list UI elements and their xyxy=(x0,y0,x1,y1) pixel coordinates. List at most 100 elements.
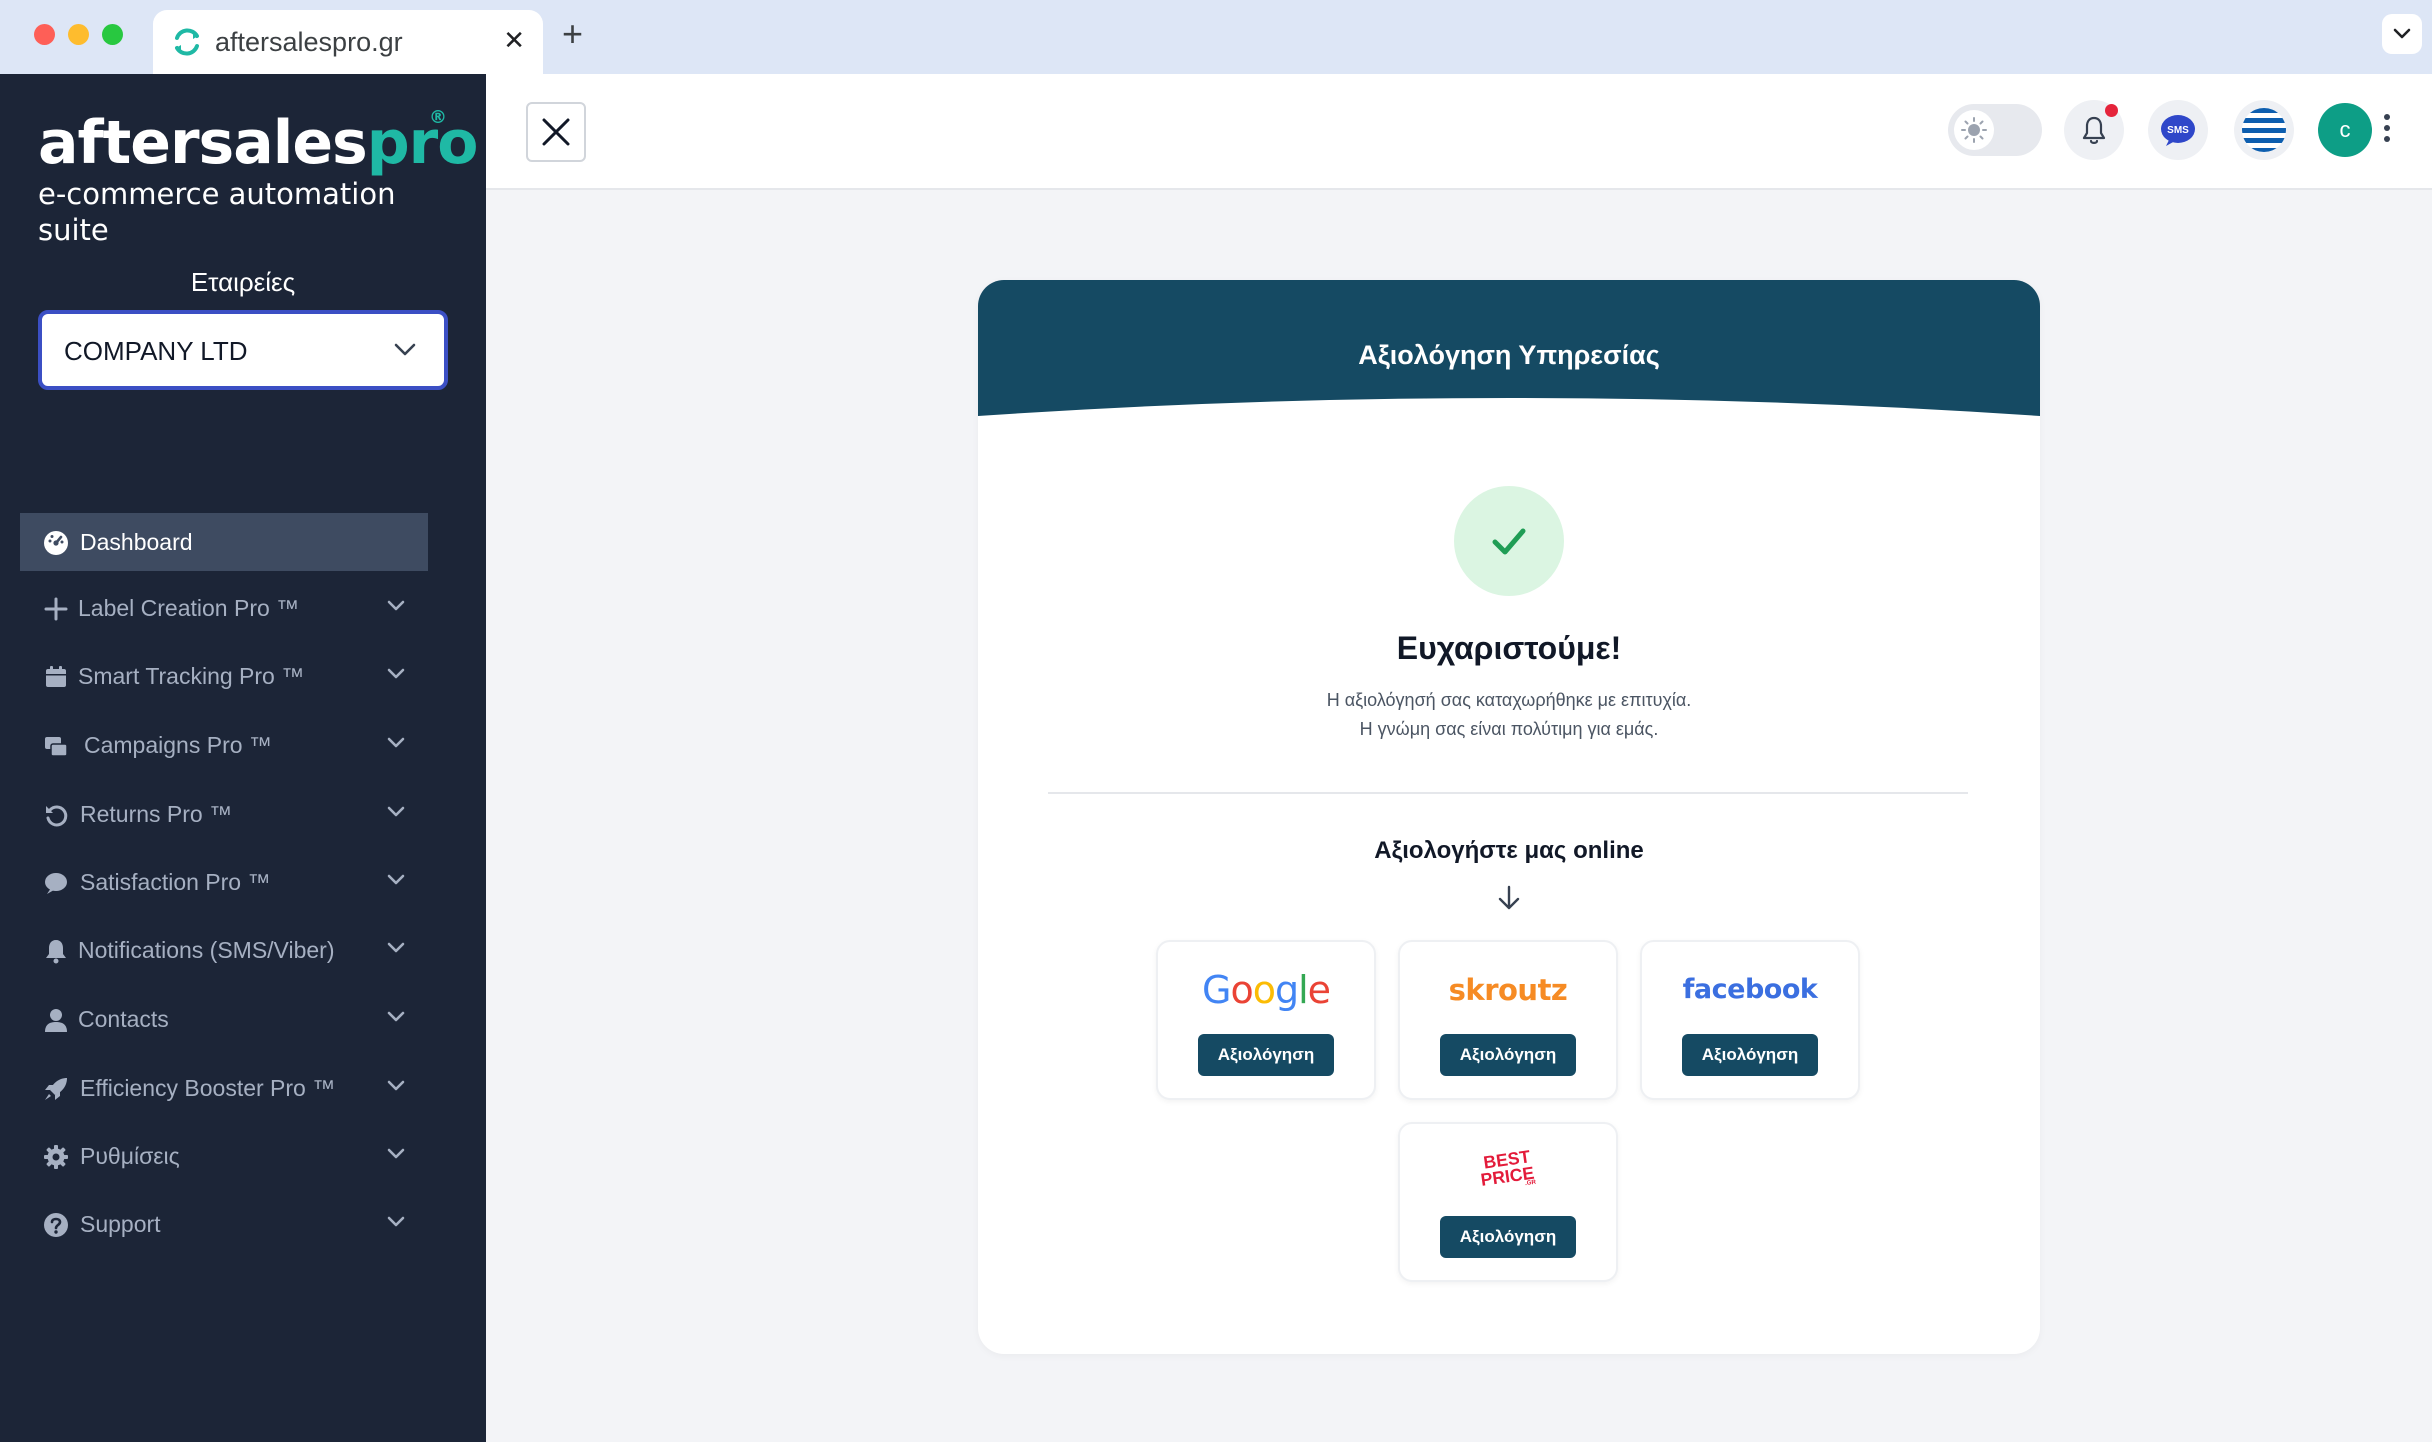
question-icon xyxy=(44,1213,68,1237)
thanks-heading: Ευχαριστούμε! xyxy=(1396,630,1622,666)
rate-bestprice-button[interactable]: Αξιολόγηση xyxy=(1440,1216,1576,1258)
card-title: Αξιολόγηση Υπηρεσίας xyxy=(1358,340,1660,370)
sidebar-item-settings[interactable]: Ρυθμίσεις xyxy=(20,1127,428,1185)
sidebar-item-efficiency-booster[interactable]: Efficiency Booster Pro ™ xyxy=(20,1059,428,1117)
sidebar-item-label-creation[interactable]: Label Creation Pro ™ xyxy=(20,579,428,637)
bestprice-logo: BEST PRICE .GR xyxy=(1479,1146,1537,1190)
more-options-icon[interactable] xyxy=(2384,114,2392,147)
logo-wordmark: aftersalespro ® xyxy=(38,107,478,179)
appreciation-message: Η γνώμη σας είναι πολύτιμη για εμάς. xyxy=(1359,719,1659,739)
chevron-down-icon xyxy=(387,1011,405,1022)
close-icon xyxy=(542,118,570,146)
rate-google-button[interactable]: Αξιολόγηση xyxy=(1198,1034,1334,1076)
chat-icon xyxy=(45,873,67,894)
sms-icon-text: SMS xyxy=(2167,125,2189,136)
greek-flag-icon xyxy=(2242,108,2286,152)
tab-title: aftersalespro.gr xyxy=(215,27,403,57)
close-button[interactable] xyxy=(526,102,586,162)
theme-toggle-knob xyxy=(1954,110,1994,150)
calendar-icon xyxy=(46,666,66,687)
theme-toggle[interactable] xyxy=(1948,104,2042,156)
bell-icon xyxy=(2082,116,2106,144)
success-message: Η αξιολόγησή σας καταχωρήθηκε με επιτυχί… xyxy=(1326,690,1692,710)
rate-facebook-button[interactable]: Αξιολόγηση xyxy=(1682,1034,1818,1076)
sidebar-item-label: Smart Tracking Pro ™ xyxy=(78,663,305,689)
user-avatar[interactable]: c xyxy=(2318,103,2372,157)
success-badge xyxy=(1454,486,1564,596)
notification-badge xyxy=(2105,104,2118,117)
review-card: Αξιολόγηση Υπηρεσίας Ευχαριστούμε! Η αξι… xyxy=(978,280,2040,1354)
browser-tab[interactable]: aftersalespro.gr ✕ xyxy=(153,10,543,74)
campaigns-icon xyxy=(45,737,68,757)
rate-online-heading: Αξιολογήστε μας online xyxy=(1374,837,1644,864)
rate-skroutz-button[interactable]: Αξιολόγηση xyxy=(1440,1034,1576,1076)
sidebar-item-label: Support xyxy=(80,1211,161,1237)
sidebar-item-smart-tracking[interactable]: Smart Tracking Pro ™ xyxy=(20,647,428,705)
chevron-down-icon xyxy=(2393,28,2411,39)
sidebar-item-notifications[interactable]: Notifications (SMS/Viber) xyxy=(20,921,428,979)
sidebar-item-label: Efficiency Booster Pro ™ xyxy=(80,1075,336,1101)
skroutz-logo: skroutz xyxy=(1448,973,1568,1007)
company-select[interactable]: COMPANY LTD xyxy=(38,310,448,390)
sms-button[interactable]: SMS xyxy=(2148,100,2208,160)
chevron-down-icon xyxy=(387,942,405,953)
chevron-down-icon xyxy=(387,668,405,679)
sun-icon xyxy=(1961,117,1987,143)
window-minimize-dot[interactable] xyxy=(68,24,89,45)
returns-icon xyxy=(46,805,68,827)
logo-text: aftersales xyxy=(38,108,368,178)
platform-google-card: Google Αξιολόγηση xyxy=(1156,940,1376,1100)
sidebar: aftersalespro ® e-commerce automation sui… xyxy=(0,74,486,1442)
logo-registered-mark: ® xyxy=(429,107,447,128)
chevron-down-icon xyxy=(387,806,405,817)
bell-icon xyxy=(46,940,66,964)
top-bar: SMS c xyxy=(486,74,2432,190)
sidebar-item-support[interactable]: Support xyxy=(20,1195,428,1253)
sidebar-item-dashboard[interactable]: Dashboard xyxy=(20,513,428,571)
google-logo: Google xyxy=(1201,968,1331,1012)
app-logo[interactable]: aftersalespro ® e-commerce automation sui… xyxy=(38,107,478,248)
logo-pro-text: pro xyxy=(366,108,479,178)
arrow-down-icon xyxy=(1498,885,1520,910)
rocket-icon xyxy=(45,1078,67,1100)
company-select-value: COMPANY LTD xyxy=(64,336,248,366)
gear-icon xyxy=(44,1145,68,1169)
sidebar-item-label: Label Creation Pro ™ xyxy=(78,595,300,621)
chevron-down-icon xyxy=(394,343,416,356)
platform-bestprice-card: BEST PRICE .GR Αξιολόγηση xyxy=(1398,1122,1618,1282)
sidebar-item-label: Campaigns Pro ™ xyxy=(84,732,272,758)
check-icon xyxy=(1492,528,1526,555)
chevron-down-icon xyxy=(387,1080,405,1091)
sidebar-item-label: Satisfaction Pro ™ xyxy=(80,869,271,895)
window-maximize-dot[interactable] xyxy=(102,24,123,45)
tab-close-icon[interactable]: ✕ xyxy=(503,24,525,56)
facebook-logo: facebook xyxy=(1682,974,1818,1005)
chevron-down-icon xyxy=(387,737,405,748)
dashboard-icon xyxy=(44,531,68,555)
chevron-down-icon xyxy=(387,1216,405,1227)
divider xyxy=(1048,792,1968,794)
platform-facebook-card: facebook Αξιολόγηση xyxy=(1640,940,1860,1100)
chevron-down-icon xyxy=(387,874,405,885)
notifications-button[interactable] xyxy=(2064,100,2124,160)
sidebar-item-contacts[interactable]: Contacts xyxy=(20,990,428,1048)
platform-skroutz-card: skroutz Αξιολόγηση xyxy=(1398,940,1618,1100)
logo-subtitle: e-commerce automation suite xyxy=(38,177,396,247)
new-tab-button[interactable]: + xyxy=(562,14,583,54)
browser-chrome: aftersalespro.gr ✕ + xyxy=(0,0,2432,74)
sidebar-item-label: Contacts xyxy=(78,1006,169,1032)
sidebar-item-satisfaction[interactable]: Satisfaction Pro ™ xyxy=(20,853,428,911)
sms-icon: SMS xyxy=(2161,115,2195,146)
language-button[interactable] xyxy=(2234,100,2294,160)
sidebar-item-label: Returns Pro ™ xyxy=(80,801,233,827)
sidebar-item-label: Dashboard xyxy=(80,529,193,555)
tab-menu-button[interactable] xyxy=(2382,14,2422,54)
window-close-dot[interactable] xyxy=(34,24,55,45)
user-icon xyxy=(45,1009,67,1032)
sidebar-item-label: Notifications (SMS/Viber) xyxy=(78,937,335,963)
sidebar-item-returns[interactable]: Returns Pro ™ xyxy=(20,785,428,843)
sidebar-item-campaigns[interactable]: Campaigns Pro ™ xyxy=(20,716,428,774)
site-favicon-icon xyxy=(175,28,199,56)
chevron-down-icon xyxy=(387,600,405,611)
svg-text:.GR: .GR xyxy=(1525,1179,1537,1188)
